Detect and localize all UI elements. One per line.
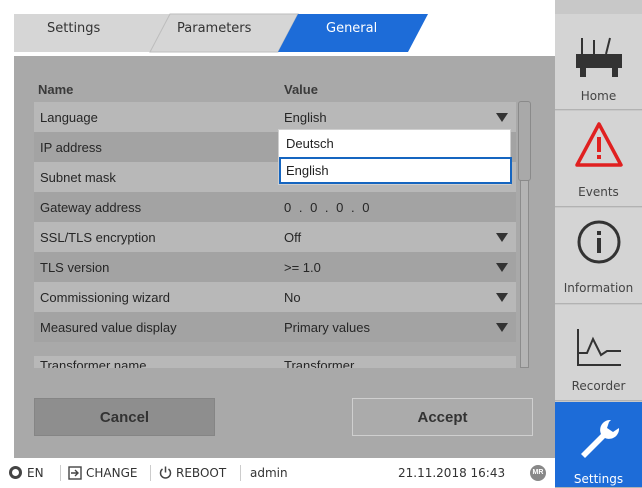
mr-logo: MR [530, 465, 546, 481]
dropdown-arrow-icon[interactable] [496, 323, 508, 332]
dropdown-arrow-icon[interactable] [496, 263, 508, 272]
scrollbar-thumb[interactable] [518, 101, 531, 181]
tab-bar: Settings Parameters General [0, 0, 555, 56]
tab-settings[interactable]: Settings [47, 21, 100, 36]
nav-label-recorder: Recorder [571, 379, 626, 393]
tab-general[interactable]: General [326, 21, 377, 36]
row-value: 0 . 0 . 0 . 0 [284, 200, 372, 215]
nav-label-information: Information [563, 281, 634, 295]
table-row-gateway-address[interactable]: Gateway address 0 . 0 . 0 . 0 [34, 192, 516, 222]
table-row-transformer-name[interactable]: Transformer name Transformer [34, 356, 516, 368]
row-value: English [284, 110, 327, 125]
user-name: admin [250, 466, 288, 480]
row-name: Subnet mask [40, 170, 116, 185]
table-row-language[interactable]: Language English [34, 102, 516, 132]
row-value: Transformer [284, 358, 355, 368]
dropdown-arrow-icon[interactable] [496, 233, 508, 242]
nav-item-information[interactable]: Information [555, 208, 642, 304]
nav-item-home[interactable]: Home [555, 14, 642, 110]
language-dropdown-list: Deutsch English [278, 129, 512, 185]
power-icon[interactable] [158, 465, 173, 480]
side-navigation: Home Events Information Recorder Setting… [555, 0, 642, 488]
recorder-icon [577, 329, 621, 366]
table-row-commissioning-wizard[interactable]: Commissioning wizard No [34, 282, 516, 312]
cancel-button[interactable]: Cancel [34, 398, 215, 436]
dropdown-arrow-icon[interactable] [496, 293, 508, 302]
row-value: No [284, 290, 301, 305]
row-name: Transformer name [40, 358, 147, 368]
home-icon [576, 37, 622, 77]
nav-item-settings[interactable]: Settings [555, 402, 642, 488]
row-name: Measured value display [40, 320, 177, 335]
nav-label-settings: Settings [573, 472, 624, 486]
globe-icon[interactable] [9, 466, 22, 479]
tab-parameters[interactable]: Parameters [177, 21, 251, 36]
info-icon [577, 220, 621, 264]
column-header-name: Name [38, 82, 74, 97]
table-row-measured-value-display[interactable]: Measured value display Primary values [34, 312, 516, 342]
nav-item-events[interactable]: Events [555, 111, 642, 207]
status-bar: EN CHANGE REBOOT admin 21.11.2018 16:43 … [0, 458, 555, 488]
nav-item-recorder[interactable]: Recorder [555, 305, 642, 401]
nav-label-events: Events [578, 185, 619, 199]
date-time: 21.11.2018 16:43 [398, 466, 506, 480]
dropdown-option-deutsch[interactable]: Deutsch [279, 130, 512, 157]
nav-label-home: Home [580, 89, 617, 103]
divider [240, 465, 241, 481]
row-name: Commissioning wizard [40, 290, 171, 305]
dropdown-arrow-icon[interactable] [496, 113, 508, 122]
table-row-tls-version[interactable]: TLS version >= 1.0 [34, 252, 516, 282]
row-name: SSL/TLS encryption [40, 230, 156, 245]
row-name: Language [40, 110, 98, 125]
row-name: Gateway address [40, 200, 142, 215]
row-name: TLS version [40, 260, 110, 275]
accept-button[interactable]: Accept [352, 398, 533, 436]
wrench-icon [581, 419, 620, 458]
language-indicator[interactable]: EN [27, 466, 44, 480]
row-name: IP address [40, 140, 102, 155]
warning-icon [575, 122, 623, 167]
reboot-button[interactable]: REBOOT [176, 466, 226, 480]
row-value: Primary values [284, 320, 370, 335]
dropdown-option-english[interactable]: English [279, 157, 512, 184]
table-row-ssl-tls-encryption[interactable]: SSL/TLS encryption Off [34, 222, 516, 252]
change-icon[interactable] [68, 466, 82, 480]
change-button[interactable]: CHANGE [86, 466, 137, 480]
divider [150, 465, 151, 481]
divider [60, 465, 61, 481]
row-value: >= 1.0 [284, 260, 321, 275]
column-header-value: Value [284, 82, 318, 97]
row-value: Off [284, 230, 302, 245]
